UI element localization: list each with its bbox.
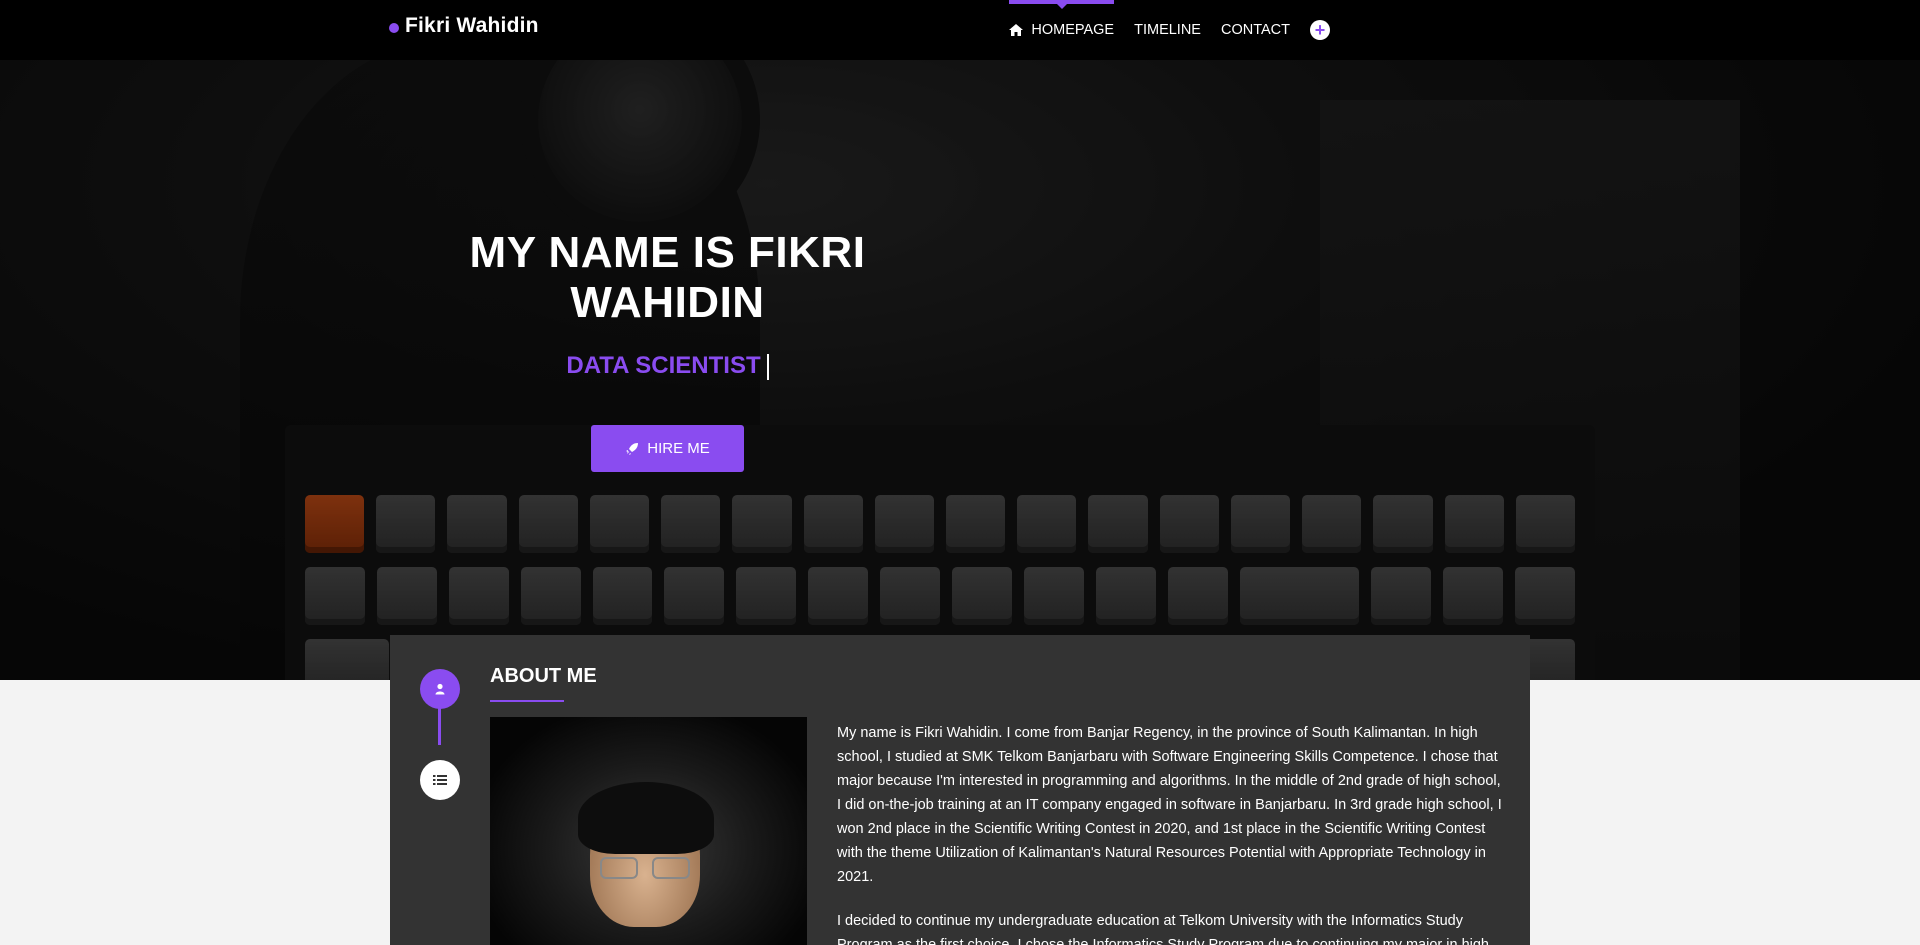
brand-dot-icon xyxy=(389,22,399,33)
nav-label-timeline: TIMELINE xyxy=(1134,22,1201,38)
nav-item-timeline[interactable]: TIMELINE xyxy=(1134,0,1201,60)
hero-overlay xyxy=(0,60,1920,680)
profile-glasses xyxy=(600,857,690,879)
hero-subtitle: DATA SCIENTIST xyxy=(445,352,890,380)
hire-me-button[interactable]: HIRE ME xyxy=(591,425,744,472)
brand-name: Fikri Wahidin xyxy=(405,14,539,37)
plus-circle-icon[interactable]: + xyxy=(1310,20,1330,40)
nav-item-homepage[interactable]: HOMEPAGE xyxy=(1009,0,1114,60)
about-paragraph: My name is Fikri Wahidin. I come from Ba… xyxy=(837,725,1502,885)
navbar: Fikri Wahidin HOMEPAGE TIMELINE CONTACT … xyxy=(0,0,1920,60)
hero-section: MY NAME IS FIKRI WAHIDIN DATA SCIENTIST … xyxy=(0,60,1920,680)
brand-logo[interactable]: Fikri Wahidin xyxy=(389,14,539,38)
typing-cursor xyxy=(766,353,769,380)
nav-label-homepage: HOMEPAGE xyxy=(1031,22,1115,38)
main-nav: HOMEPAGE TIMELINE CONTACT + xyxy=(989,0,1330,60)
hire-me-label: HIRE ME xyxy=(647,440,710,457)
nav-item-contact[interactable]: CONTACT xyxy=(1221,0,1290,60)
about-card: ABOUT ME My name is Fikri Wahidin. I com… xyxy=(390,635,1530,945)
about-paragraph: I decided to continue my undergraduate e… xyxy=(837,913,1489,945)
about-title: ABOUT ME xyxy=(490,665,597,687)
user-icon[interactable] xyxy=(420,669,460,709)
profile-photo xyxy=(490,717,807,945)
rocket-icon xyxy=(626,442,639,455)
about-text: My name is Fikri Wahidin. I come from Ba… xyxy=(837,721,1503,945)
list-icon[interactable] xyxy=(420,760,460,800)
hero-title: MY NAME IS FIKRI WAHIDIN xyxy=(469,228,866,327)
home-icon xyxy=(1009,24,1024,36)
nav-label-contact: CONTACT xyxy=(1220,22,1290,38)
title-underline xyxy=(490,700,564,702)
hero-subtitle-text: DATA SCIENTIST xyxy=(566,352,761,379)
profile-hair xyxy=(578,782,714,854)
